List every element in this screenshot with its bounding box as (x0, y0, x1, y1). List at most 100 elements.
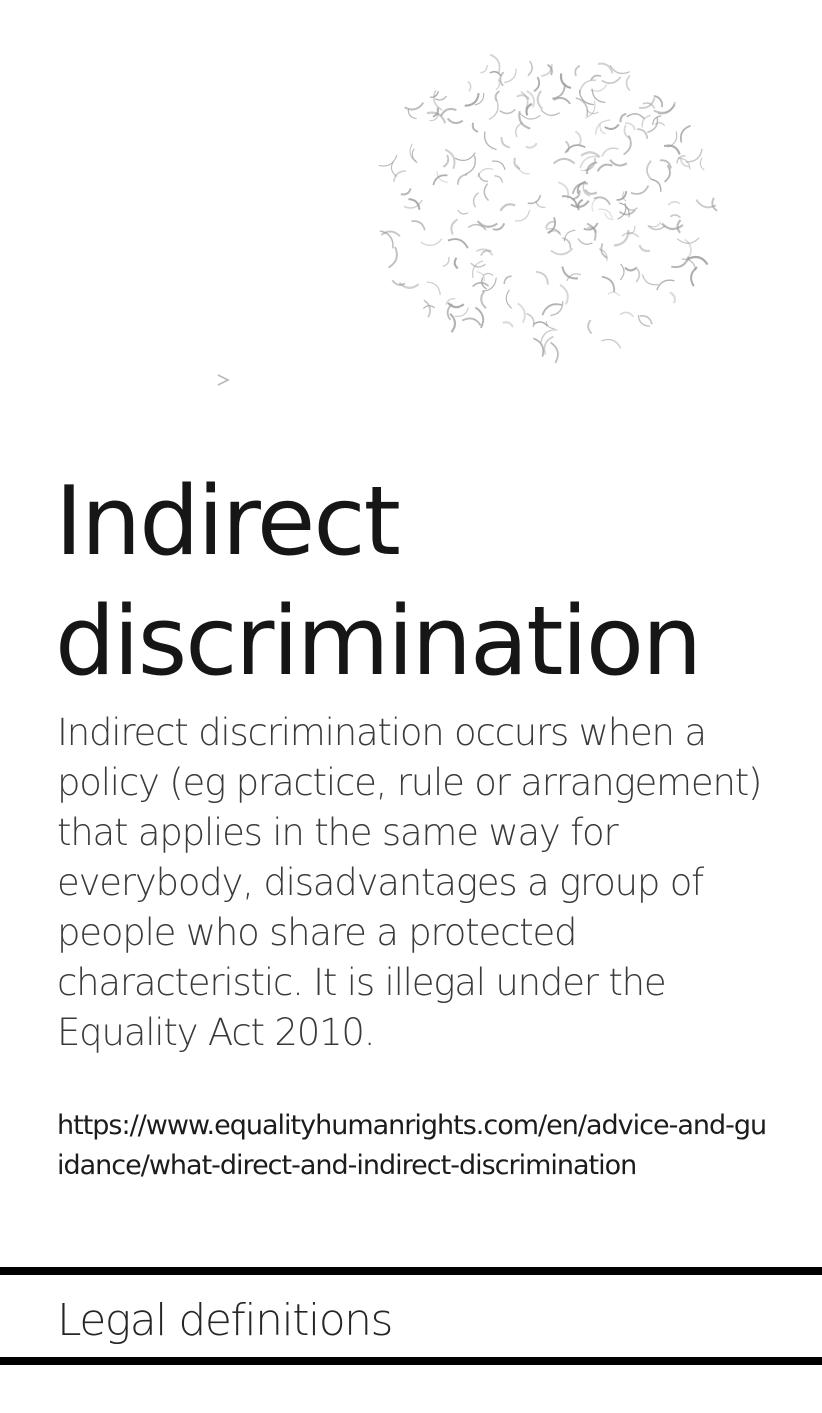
bird-icon (516, 302, 526, 324)
bird-icon (400, 188, 412, 196)
bird-icon (447, 238, 469, 249)
bird-icon (476, 167, 494, 178)
bird-icon (590, 74, 602, 81)
legal-definitions-section[interactable]: Legal definitions (0, 1267, 822, 1365)
bird-icon (519, 113, 541, 120)
bird-icon (434, 95, 447, 101)
bird-icon (454, 152, 476, 162)
bird-icon (535, 270, 549, 285)
bird-icon (587, 319, 593, 335)
bird-icon (482, 272, 494, 277)
bird-icon (617, 202, 627, 220)
bird-flock-illustration (217, 53, 718, 386)
bird-icon (407, 109, 417, 120)
bird-icon (526, 312, 535, 328)
bird-icon (432, 89, 443, 111)
bird-icon (626, 113, 645, 120)
bird-icon (624, 266, 637, 272)
bird-icon (387, 246, 398, 269)
bird-icon (499, 203, 516, 212)
page-title-line-1: Indirect (55, 467, 401, 577)
bird-icon (464, 92, 480, 107)
bird-icon (516, 164, 531, 175)
bird-icon (601, 275, 616, 292)
bird-icon (559, 284, 569, 305)
bird-icon (659, 159, 672, 169)
bird-icon (403, 199, 423, 209)
section-label: Legal definitions (57, 1295, 393, 1346)
bird-icon (607, 291, 621, 297)
bird-icon (618, 209, 636, 216)
bird-icon (596, 163, 613, 172)
bird-icon (699, 157, 705, 171)
bird-icon (476, 220, 499, 228)
bird-icon (601, 76, 622, 85)
bird-icon (574, 64, 581, 77)
bird-icon (454, 307, 469, 317)
bird-icon (598, 248, 608, 261)
bird-icon (423, 299, 432, 318)
bird-icon (525, 102, 533, 116)
bird-icon (518, 110, 531, 130)
bird-icon (525, 142, 538, 149)
bird-icon (590, 84, 608, 92)
bird-icon (656, 279, 675, 291)
bird-icon (671, 256, 690, 269)
bird-icon (646, 160, 652, 180)
bird-icon (619, 311, 635, 318)
bird-icon (515, 122, 523, 138)
bird-icon (483, 131, 497, 151)
bird-icon (456, 173, 468, 185)
bird-icon (467, 80, 472, 92)
bird-icon (471, 122, 479, 133)
bird-icon (393, 170, 406, 183)
bird-icon (638, 97, 656, 109)
bird-icon (446, 117, 464, 125)
bird-icon (494, 175, 503, 183)
bird-icon (465, 155, 476, 175)
bird-icon (446, 303, 453, 321)
bird-icon (483, 183, 490, 202)
bird-icon (489, 53, 501, 74)
bird-icon (575, 97, 589, 117)
source-link[interactable]: https://www.equalityhumanrights.com/en/a… (57, 1106, 767, 1186)
bird-icon (684, 238, 692, 258)
bird-icon (562, 237, 572, 249)
bird-icon (613, 229, 630, 247)
bird-icon (533, 76, 541, 92)
bird-icon (472, 260, 484, 279)
bird-icon (540, 109, 561, 117)
bird-icon (404, 102, 425, 111)
bird-icon (545, 320, 555, 329)
bird-icon (505, 289, 512, 309)
bird-icon (426, 281, 441, 296)
hero-illustration (0, 0, 822, 450)
bird-icon (690, 266, 698, 287)
bird-icon (527, 60, 533, 77)
bird-icon (440, 107, 457, 117)
bird-icon (638, 244, 651, 253)
bird-icon (504, 68, 517, 84)
page-title: Indirect discrimination (55, 462, 795, 702)
bird-icon (461, 317, 482, 326)
bird-icon (442, 154, 450, 168)
bird-icon (601, 147, 619, 157)
bird-icon (577, 238, 593, 245)
bird-icon (641, 274, 659, 286)
bird-icon (680, 124, 691, 143)
bird-icon (621, 232, 640, 238)
bird-icon (577, 198, 584, 211)
bird-icon (503, 275, 512, 285)
bird-icon (669, 291, 676, 304)
bird-icon (676, 237, 700, 244)
bird-icon (502, 321, 514, 328)
page-title-line-2: discrimination (55, 587, 702, 697)
bird-icon (536, 90, 544, 110)
bird-icon (593, 196, 611, 206)
bird-icon (488, 99, 499, 120)
bird-icon (667, 200, 681, 206)
bird-icon (442, 256, 450, 267)
bird-icon (550, 341, 559, 364)
bird-icon (574, 130, 582, 146)
bird-icon (457, 209, 469, 215)
